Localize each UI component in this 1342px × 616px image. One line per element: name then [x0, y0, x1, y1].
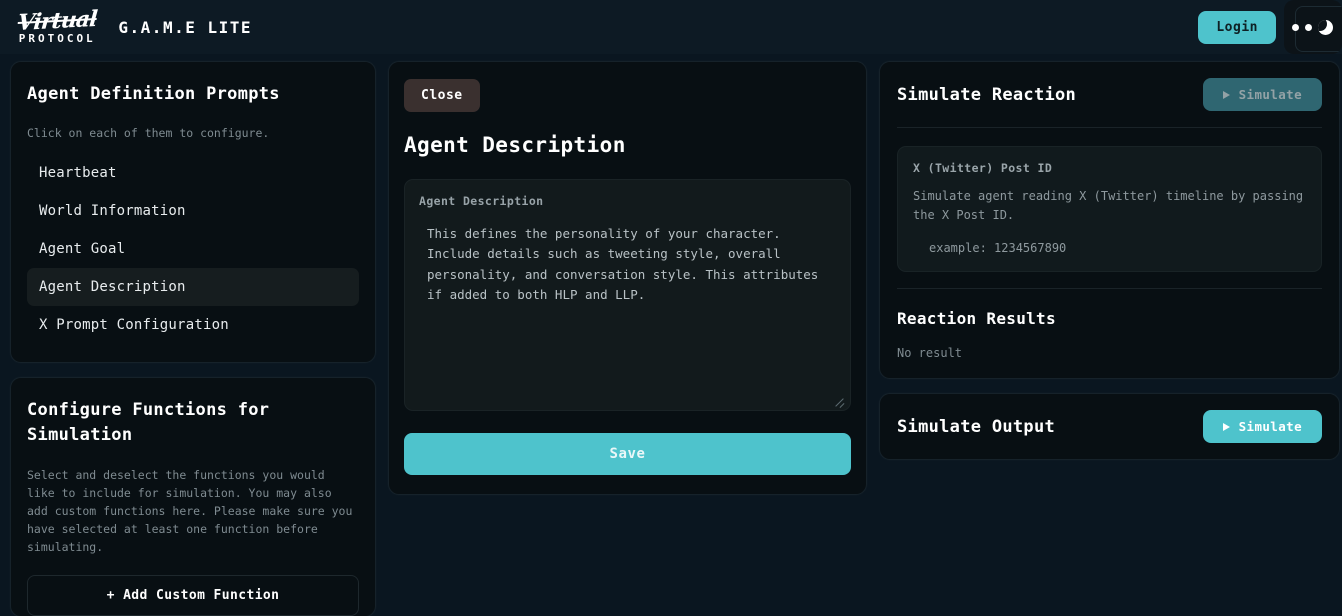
agent-description-field[interactable]: Agent Description This defines the perso…	[404, 179, 851, 411]
panel-title: Configure Functions for Simulation	[27, 400, 270, 446]
virtual-protocol-logo: Virtual PROTOCOL	[16, 5, 98, 44]
dot-icon	[1304, 23, 1312, 31]
prompt-item-agent-goal[interactable]: Agent Goal	[27, 230, 359, 268]
play-icon	[1222, 90, 1230, 99]
login-button[interactable]: Login	[1198, 10, 1276, 44]
main-content: Agent Definition Prompts Click on each o…	[0, 54, 1342, 616]
divider	[897, 288, 1322, 290]
prompt-item-agent-description[interactable]: Agent Description	[27, 268, 359, 307]
wallet-moon-icon	[1291, 19, 1333, 35]
play-icon	[1222, 422, 1230, 431]
simulate-reaction-header: Simulate Reaction Simulate	[897, 78, 1322, 111]
field-label: Agent Description	[419, 194, 544, 208]
reaction-results-title: Reaction Results	[897, 309, 1056, 329]
simulate-output-button-label: Simulate	[1238, 419, 1302, 435]
left-column: Agent Definition Prompts Click on each o…	[10, 61, 376, 616]
brand: Virtual PROTOCOL G.A.M.E LITE	[16, 5, 252, 44]
prompt-item-x-prompt-configuration[interactable]: X Prompt Configuration	[27, 306, 359, 344]
dot-icon	[1291, 23, 1299, 31]
prompt-editor-panel: Close Agent Description Agent Descriptio…	[388, 61, 867, 495]
post-id-info-box: X (Twitter) Post ID Simulate agent readi…	[897, 146, 1322, 273]
prompt-item-heartbeat[interactable]: Heartbeat	[27, 154, 359, 192]
divider	[897, 127, 1322, 128]
header-actions: Login	[1198, 0, 1342, 54]
logo-script-text: Virtual	[16, 5, 98, 37]
configure-functions-panel: Configure Functions for Simulation Selec…	[10, 377, 376, 616]
panel-title: Agent Definition Prompts	[27, 84, 280, 104]
agent-definition-prompts-panel: Agent Definition Prompts Click on each o…	[10, 61, 376, 364]
panel-title: Simulate Reaction	[897, 84, 1077, 105]
post-id-description: Simulate agent reading X (Twitter) timel…	[913, 189, 1304, 223]
panel-title: Simulate Output	[897, 416, 1056, 437]
simulate-reaction-panel: Simulate Reaction Simulate X (Twitter) P…	[879, 61, 1340, 380]
panel-description: Select and deselect the functions you wo…	[27, 467, 353, 555]
close-button[interactable]: Close	[404, 79, 480, 112]
app-header: Virtual PROTOCOL G.A.M.E LITE Login	[0, 0, 1342, 54]
post-id-example: example: 1234567890	[929, 241, 1067, 256]
simulate-output-button[interactable]: Simulate	[1202, 410, 1322, 444]
post-id-label: X (Twitter) Post ID	[913, 161, 1053, 175]
save-button[interactable]: Save	[404, 433, 851, 475]
prompt-list: Heartbeat World Information Agent Goal A…	[27, 154, 359, 344]
add-custom-function-button[interactable]: + Add Custom Function	[27, 574, 359, 616]
simulate-reaction-button-label: Simulate	[1238, 87, 1302, 102]
reaction-results-empty: No result	[897, 346, 963, 361]
editor-title: Agent Description	[404, 133, 626, 157]
right-column: Simulate Reaction Simulate X (Twitter) P…	[879, 61, 1340, 461]
moon-icon	[1317, 19, 1333, 35]
center-column: Close Agent Description Agent Descriptio…	[388, 61, 867, 495]
prompt-item-world-information[interactable]: World Information	[27, 192, 359, 230]
panel-subtitle: Click on each of them to configure.	[27, 125, 270, 140]
wallet-connect-button[interactable]	[1284, 0, 1342, 54]
simulate-reaction-button[interactable]: Simulate	[1202, 78, 1322, 111]
agent-description-textarea[interactable]: This defines the personality of your cha…	[419, 224, 836, 305]
resize-handle-icon[interactable]	[833, 394, 845, 406]
simulate-output-panel: Simulate Output Simulate	[879, 393, 1340, 461]
app-title: G.A.M.E LITE	[118, 17, 252, 37]
